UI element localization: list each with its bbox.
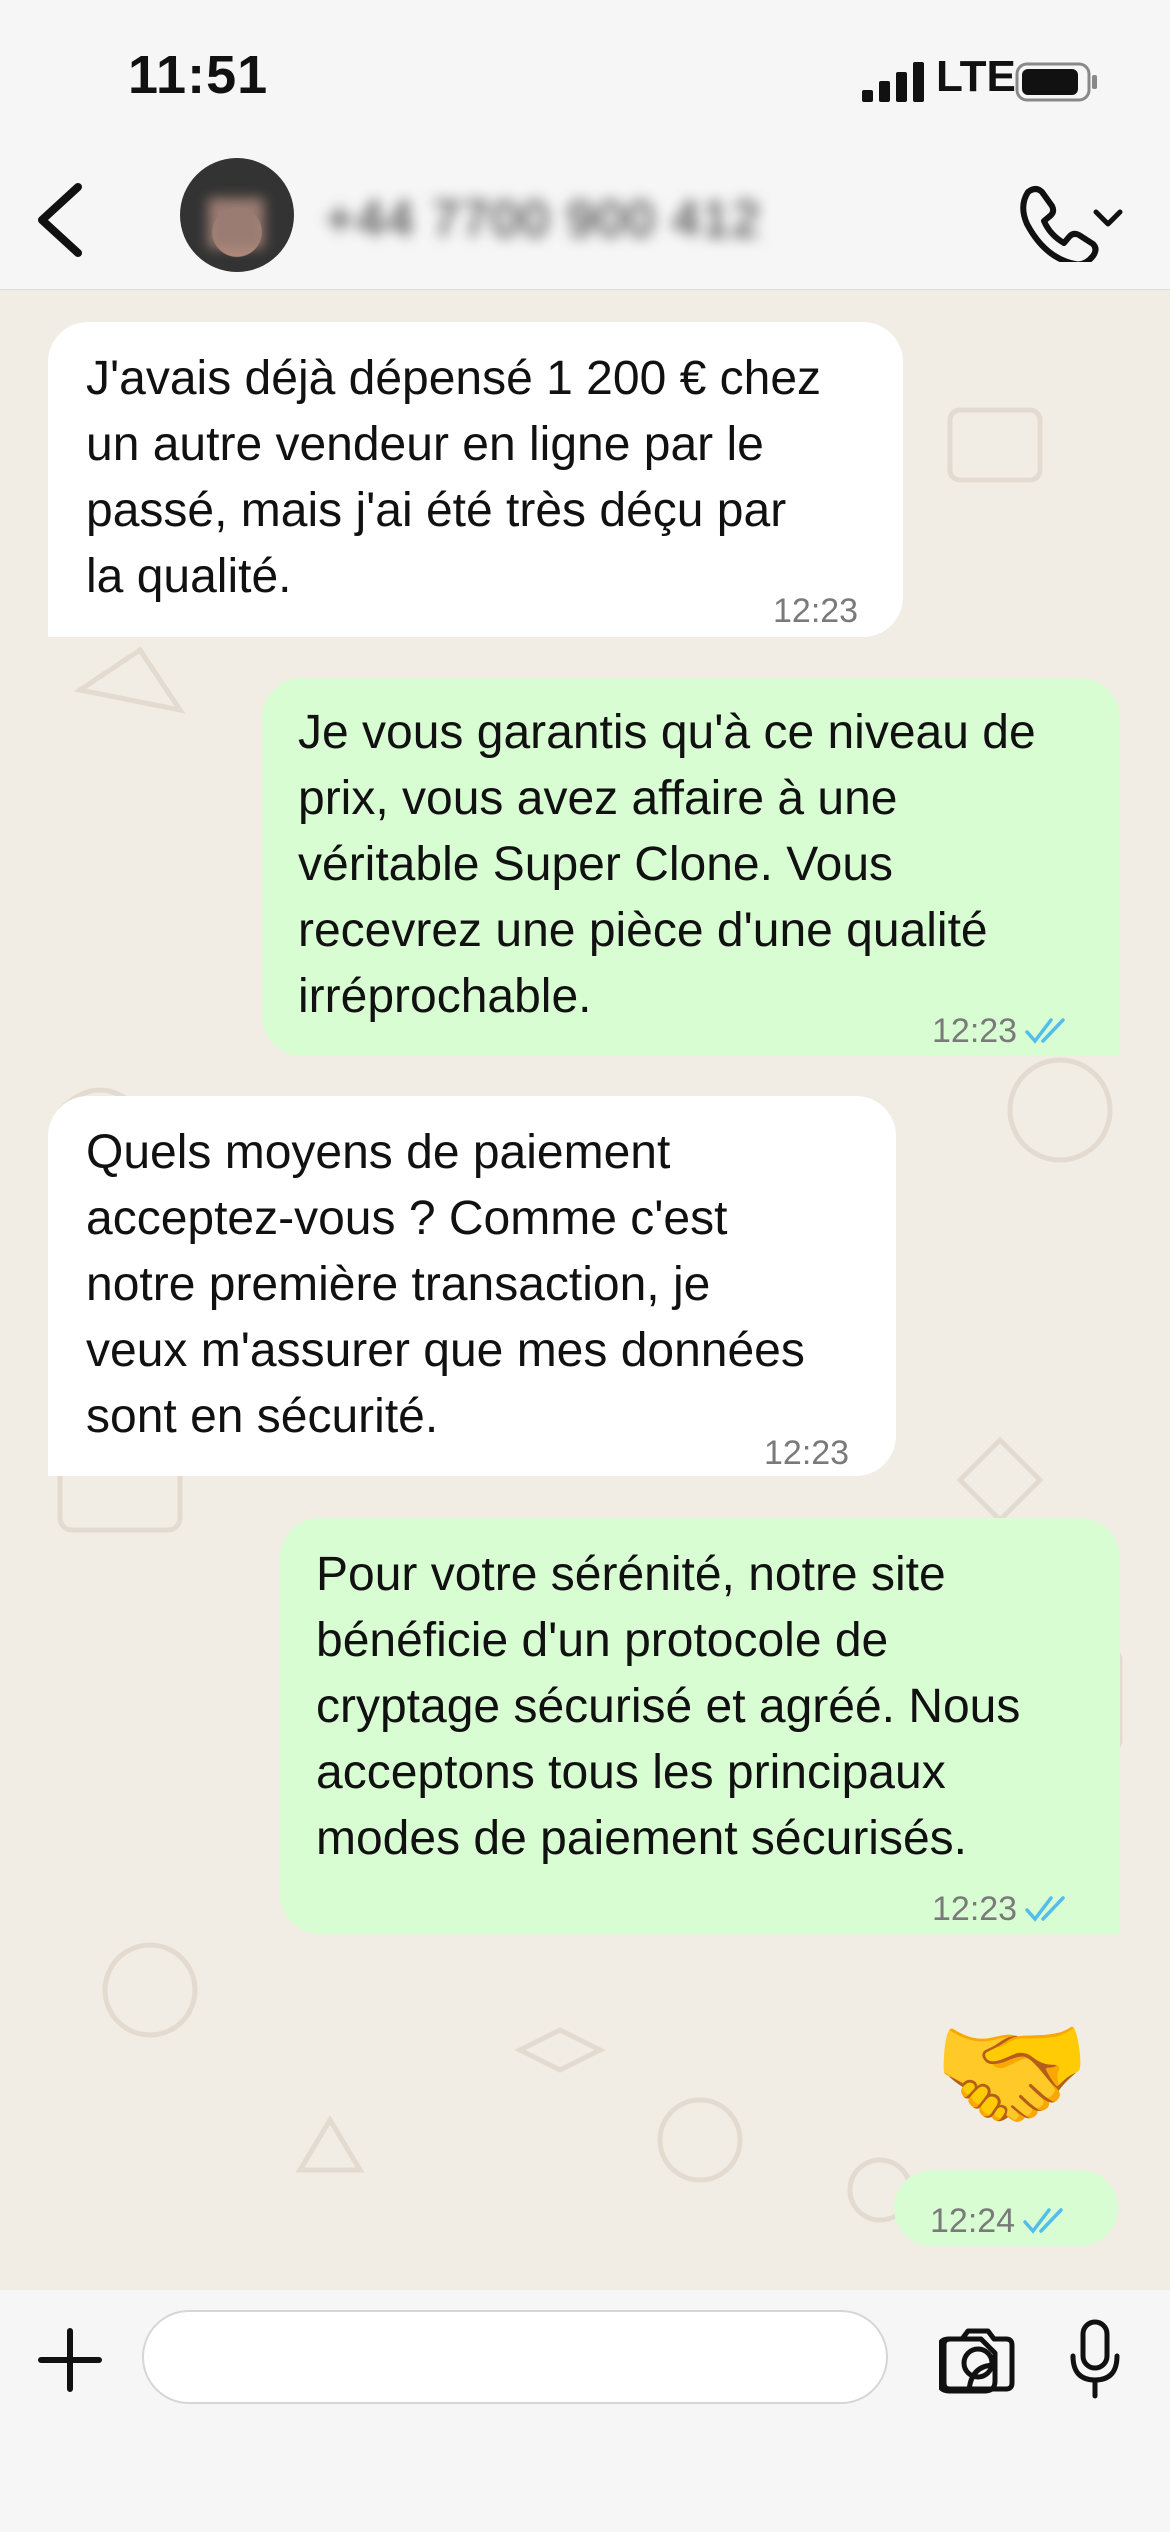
- status-bar: 11:51 LTE: [0, 0, 1170, 150]
- message-meta: 12:23: [932, 1876, 1075, 1942]
- status-time: 11:51: [128, 45, 269, 105]
- message-time: 12:24: [930, 2202, 1016, 2240]
- message-meta: 12:23: [773, 578, 858, 644]
- chevron-left-icon[interactable]: [20, 175, 100, 265]
- message-meta: 12:24: [930, 2188, 1073, 2254]
- message-composer: [0, 2290, 1170, 2532]
- message-bubble-outgoing[interactable]: Pour votre sérénité, notre site bénéfici…: [280, 1518, 1120, 1934]
- battery-icon: [1015, 62, 1097, 102]
- camera-icon[interactable]: [938, 2325, 1018, 2395]
- message-input[interactable]: [174, 2322, 774, 2392]
- message-bubble-outgoing[interactable]: Je vous garantis qu'à ce niveau de prix,…: [262, 678, 1120, 1056]
- network-type: LTE: [936, 52, 1016, 101]
- message-text: Quels moyens de paiement acceptez-vous ?…: [86, 1126, 805, 1443]
- message-bubble-incoming[interactable]: J'avais déjà dépensé 1 200 € chez un aut…: [48, 322, 903, 637]
- message-bubble-incoming[interactable]: Quels moyens de paiement acceptez-vous ?…: [48, 1096, 896, 1476]
- contact-name[interactable]: +44 7700 900 412: [325, 190, 762, 248]
- signal-strength-icon: [862, 62, 924, 102]
- plus-icon[interactable]: [35, 2325, 105, 2395]
- message-time: 12:23: [773, 592, 859, 630]
- emoji-message[interactable]: 🤝: [920, 2000, 1120, 2150]
- chat-header: +44 7700 900 412: [0, 150, 1170, 290]
- microphone-icon[interactable]: [1065, 2318, 1125, 2402]
- message-input-container[interactable]: [142, 2310, 998, 2404]
- handshake-emoji: 🤝: [932, 2003, 1092, 2146]
- message-time: 12:23: [932, 1012, 1018, 1050]
- double-check-read-icon: [1023, 2208, 1063, 2234]
- message-text: J'avais déjà dépensé 1 200 € chez un aut…: [86, 352, 822, 603]
- double-check-read-icon: [1025, 1018, 1065, 1044]
- phone-icon[interactable]: [1010, 178, 1130, 262]
- message-meta: 12:23: [764, 1420, 849, 1486]
- avatar[interactable]: [180, 158, 294, 272]
- message-time: 12:23: [932, 1890, 1018, 1928]
- message-meta-pill: 12:24: [894, 2170, 1118, 2246]
- message-text: Pour votre sérénité, notre site bénéfici…: [316, 1548, 1021, 1865]
- message-text: Je vous garantis qu'à ce niveau de prix,…: [298, 706, 1036, 1023]
- message-time: 12:23: [764, 1434, 850, 1472]
- double-check-read-icon: [1025, 1896, 1065, 1922]
- message-meta: 12:23: [932, 998, 1075, 1064]
